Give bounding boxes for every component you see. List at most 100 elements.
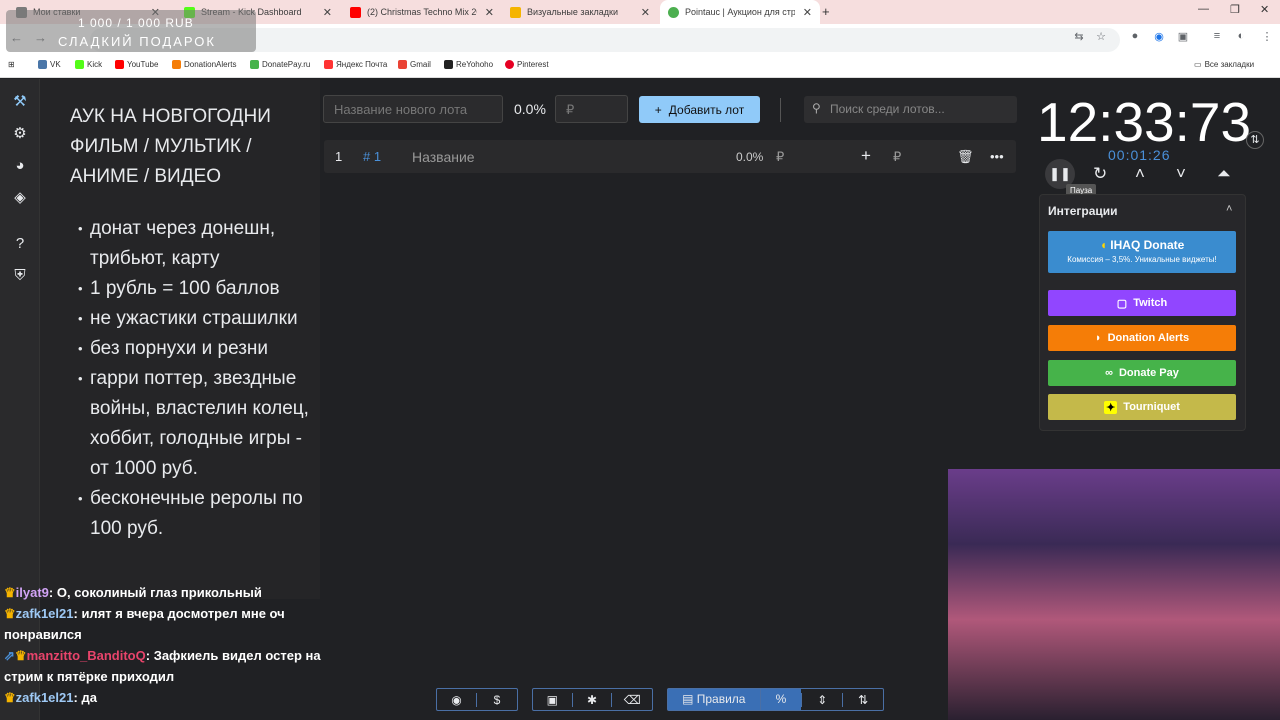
divider	[780, 98, 781, 122]
more-icon[interactable]: •••	[990, 149, 1004, 164]
avatar[interactable]: ◐	[1234, 30, 1248, 44]
close-icon[interactable]: ✕	[323, 6, 332, 19]
tab-visual-bookmarks[interactable]: Визуальные закладки ✕	[502, 0, 658, 24]
bookmark-kick[interactable]: Kick	[75, 60, 102, 69]
folder-icon: ▭	[1194, 60, 1202, 69]
crown-icon: ♛	[4, 606, 16, 621]
ihaq-donate-button[interactable]: ◖ IHAQ Donate Комиссия – 3,5%. Уникальны…	[1048, 231, 1236, 273]
bookmark-donationalerts[interactable]: DonationAlerts	[172, 60, 236, 69]
dollar-icon[interactable]: $	[477, 693, 517, 707]
rules-button[interactable]: ▤ Правила	[668, 689, 760, 710]
github-icon[interactable]: ◉	[437, 692, 478, 707]
star-icon[interactable]: ☆	[1094, 30, 1108, 44]
close-window-button[interactable]: ✕	[1260, 3, 1269, 16]
bottom-group-view: ▤ Правила % ⇕ ⇅	[667, 688, 884, 711]
donatepay-icon	[250, 60, 259, 69]
new-lot-name-input[interactable]: Название нового лота	[323, 95, 503, 123]
donation-goal-title: СЛАДКИЙ ПОДАРОК	[58, 34, 216, 49]
search-icon: ⚲	[812, 101, 821, 115]
lot-id: # 1	[363, 149, 382, 164]
bug-icon[interactable]: ✱	[573, 692, 613, 707]
all-bookmarks[interactable]: ▭ Все закладки	[1194, 60, 1254, 69]
media-icon[interactable]: ≡	[1210, 30, 1224, 44]
chevron-up-icon[interactable]: ˄	[1135, 164, 1145, 184]
plus-icon[interactable]: +	[861, 146, 871, 166]
lot-add-amount-input[interactable]: ₽	[893, 149, 901, 165]
percent-icon[interactable]: %	[759, 689, 802, 710]
collapse-icon[interactable]: ˄	[1226, 203, 1232, 215]
bookmark-reyohoho[interactable]: ReYohoho	[444, 60, 493, 69]
translate-icon[interactable]: ⇆	[1072, 30, 1086, 44]
lot-index: 1	[335, 149, 343, 164]
shield-icon[interactable]: ⛨	[10, 266, 30, 286]
wheel-icon[interactable]: ◕	[10, 156, 30, 176]
bottom-group-links: ◉ $	[436, 688, 518, 711]
pointauc-icon	[668, 6, 679, 18]
close-icon[interactable]: ✕	[641, 6, 650, 19]
apps-icon[interactable]: ⊞	[8, 60, 15, 69]
lot-amount: ₽	[776, 149, 785, 164]
ukraine-heart-icon: ◖	[1099, 238, 1107, 252]
donationalerts-icon: ◗	[1094, 332, 1102, 344]
lot-search-input[interactable]: ⚲ Поиск среди лотов...	[804, 96, 1017, 123]
tab-youtube[interactable]: (2) Christmas Techno Mix 2024✕	[342, 0, 502, 24]
clear-icon[interactable]: ⌫	[612, 693, 652, 707]
donationalerts-icon	[172, 60, 181, 69]
twitch-button[interactable]: ▢ Twitch	[1048, 290, 1236, 316]
new-lot-percent: 0.0%	[514, 101, 546, 117]
layers-icon[interactable]: ◈	[10, 188, 30, 208]
chat-message: ♛zafk1el21: да	[4, 690, 97, 705]
extension-icon[interactable]: ●	[1128, 30, 1142, 44]
compress-icon[interactable]: ⇕	[801, 692, 842, 707]
help-icon[interactable]: ?	[10, 234, 30, 254]
rule-item: без порнухи и резни	[70, 334, 310, 364]
yandex-mail-icon	[324, 60, 333, 69]
bookmark-yandex-mail[interactable]: Яндекс Почта	[324, 60, 387, 69]
badge-icon: ⇗	[4, 648, 15, 663]
close-icon[interactable]: ✕	[485, 6, 494, 19]
rule-item: донат через донешн, трибьют, карту	[70, 214, 310, 274]
rule-item: гарри поттер, звездные войны, властелин …	[70, 364, 310, 484]
bookmark-vk[interactable]: VK	[38, 60, 61, 69]
extension-icon[interactable]: ◉	[1152, 30, 1166, 44]
save-icon[interactable]: ▣	[533, 692, 573, 707]
sort-icon[interactable]: ⇅	[842, 692, 883, 707]
lot-name-input[interactable]: Название	[412, 149, 475, 165]
plus-icon: +	[654, 102, 662, 117]
bookmark-youtube[interactable]: YouTube	[115, 60, 158, 69]
reyohoho-icon	[444, 60, 453, 69]
bookmark-pinterest[interactable]: Pinterest	[505, 60, 549, 69]
donation-alerts-button[interactable]: ◗ Donation Alerts	[1048, 325, 1236, 351]
youtube-icon	[350, 6, 361, 18]
bookmark-donatepay[interactable]: DonatePay.ru	[250, 60, 310, 69]
auction-icon[interactable]: ⚒	[10, 92, 30, 112]
menu-icon[interactable]: ⋮	[1260, 30, 1274, 44]
rule-item: бесконечные реролы по 100 руб.	[70, 484, 310, 544]
new-tab-button[interactable]: +	[822, 4, 830, 19]
rules-list: донат через донешн, трибьют, карту 1 руб…	[70, 214, 310, 544]
integrations-title: Интеграции	[1048, 204, 1118, 218]
swap-icon[interactable]: ⇅	[1246, 131, 1264, 149]
chevron-down-icon[interactable]: ˅	[1176, 164, 1186, 184]
maximize-button[interactable]: ❐	[1230, 3, 1240, 16]
tab-pointauc[interactable]: Pointauc | Аукцион для стримеров✕	[660, 0, 820, 24]
bookmark-gmail[interactable]: Gmail	[398, 60, 431, 69]
trash-icon[interactable]: 🗑	[957, 149, 974, 165]
minimize-button[interactable]: —	[1198, 3, 1209, 15]
donatepay-icon: ∞	[1105, 367, 1113, 379]
webcam-feed	[948, 469, 1280, 720]
donation-goal-amount: 1 000 / 1 000 RUB	[78, 16, 194, 30]
donate-pay-button[interactable]: ∞ Donate Pay	[1048, 360, 1236, 386]
stream-chat: ♛ilyat9: О, соколиный глаз прикольный ♛z…	[4, 582, 334, 708]
new-lot-amount-input[interactable]: ₽	[555, 95, 628, 123]
book-icon: ▤	[682, 692, 694, 706]
tourniquet-button[interactable]: ✦ Tourniquet	[1048, 394, 1236, 420]
add-lot-button[interactable]: + Добавить лот	[639, 96, 760, 123]
bottom-group-actions: ▣ ✱ ⌫	[532, 688, 653, 711]
rules-title: АУК НА НОВГОГОДНИ ФИЛЬМ / МУЛЬТИК / АНИМ…	[70, 106, 271, 187]
double-up-icon[interactable]: ⏶	[1217, 164, 1231, 184]
puzzle-icon[interactable]: ▣	[1176, 30, 1190, 44]
restart-icon[interactable]: ↻	[1093, 164, 1107, 184]
gear-icon[interactable]: ⚙	[10, 124, 30, 144]
close-icon[interactable]: ✕	[803, 6, 812, 19]
